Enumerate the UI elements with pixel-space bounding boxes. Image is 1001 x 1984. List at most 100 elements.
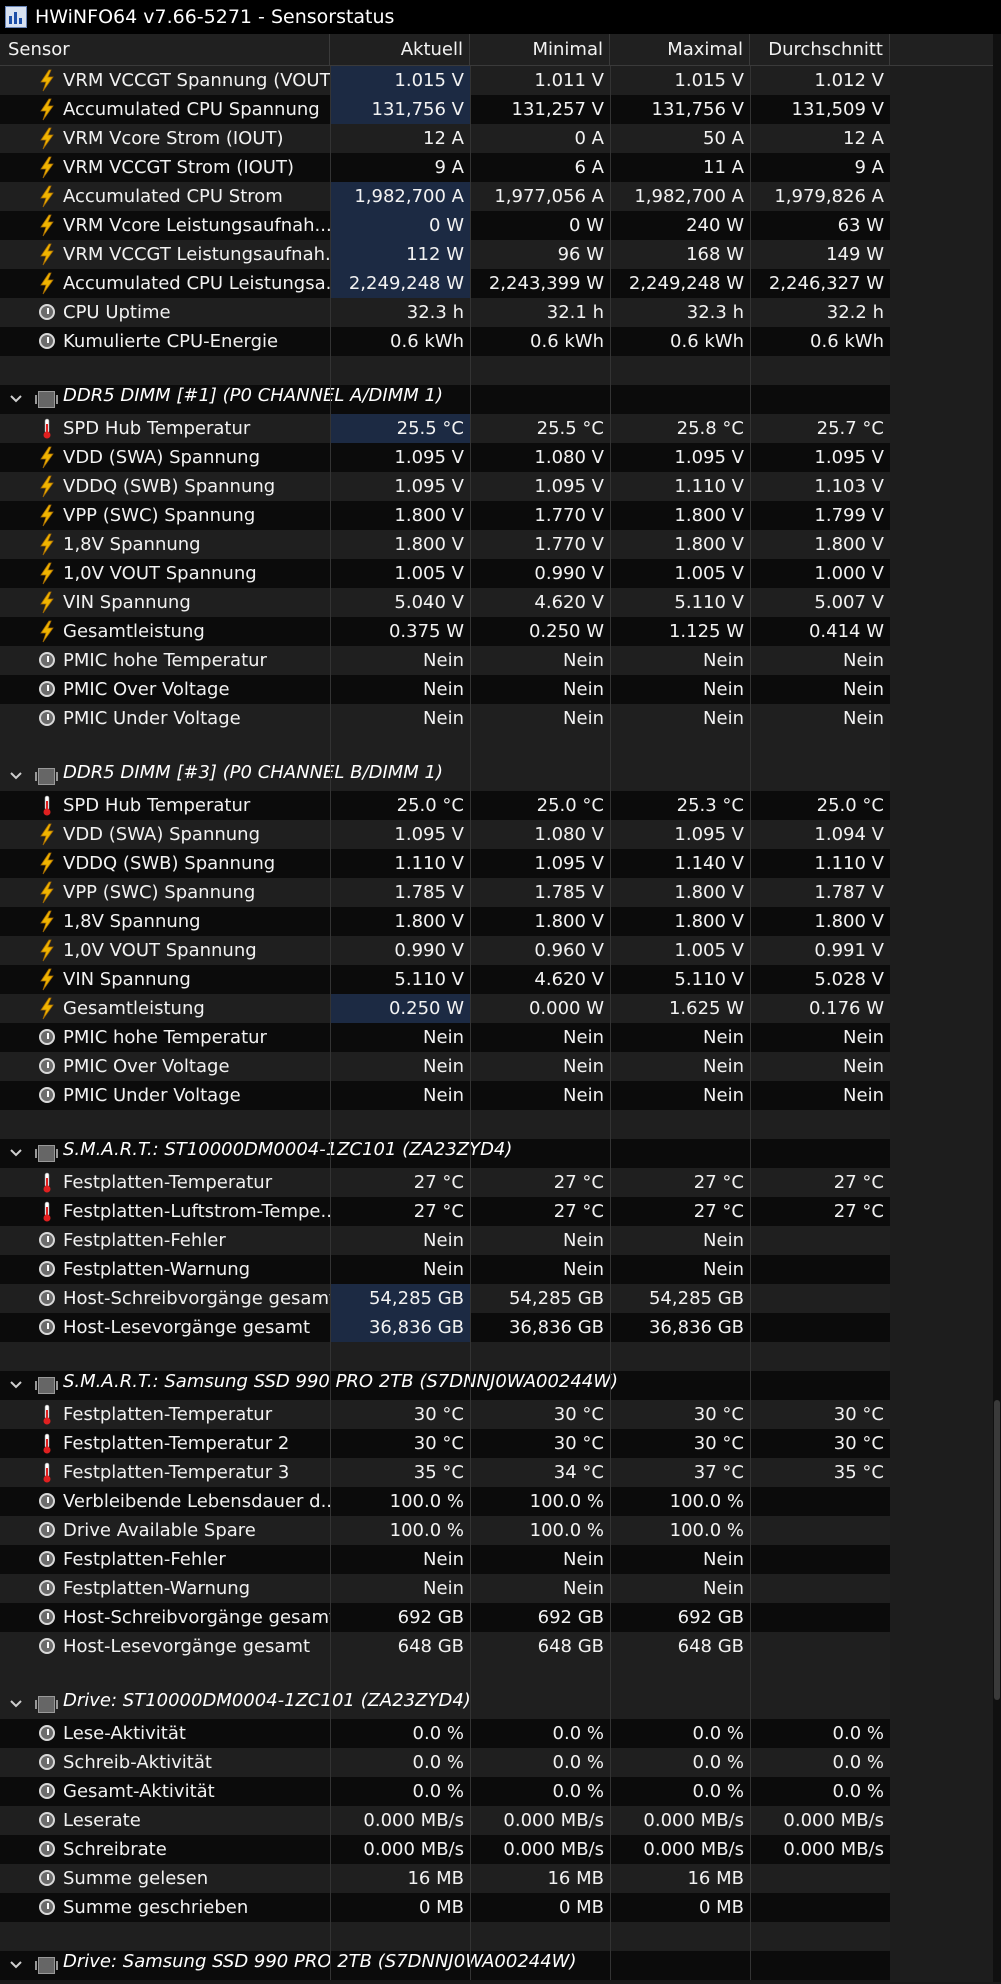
sensor-row[interactable]: VDDQ (SWB) Spannung 1.110 V 1.095 V 1.140 V…: [0, 849, 890, 878]
sensor-group-header[interactable]: DDR5 DIMM [#3] (P0 CHANNEL B/DIMM 1): [0, 762, 890, 791]
sensor-row[interactable]: Festplatten-Temperatur 27 °C 27 °C 27 °C 27 …: [0, 1168, 890, 1197]
sensor-row[interactable]: PMIC hohe Temperatur Nein Nein Nein Nein: [0, 1023, 890, 1052]
sensor-group-header[interactable]: S.M.A.R.T.: ST10000DM0004-1ZC101 (ZA23ZY…: [0, 1139, 890, 1168]
sensor-row[interactable]: Festplatten-Temperatur 2 30 °C 30 °C 30 °C 3…: [0, 1429, 890, 1458]
sensor-row[interactable]: PMIC Over Voltage Nein Nein Nein Nein: [0, 675, 890, 704]
column-divider: [470, 1139, 471, 1168]
sensor-row[interactable]: Host-Lesevorgänge gesamt 648 GB 648 GB 648 …: [0, 1632, 890, 1661]
sensor-row[interactable]: Schreib-Aktivität 0.0 % 0.0 % 0.0 % 0.0 %: [0, 1748, 890, 1777]
column-divider: [470, 1255, 471, 1284]
chevron-down-icon[interactable]: [8, 1371, 24, 1400]
sensor-row[interactable]: PMIC Under Voltage Nein Nein Nein Nein: [0, 704, 890, 733]
sensor-row[interactable]: VIN Spannung 5.110 V 4.620 V 5.110 V 5.028 V: [0, 965, 890, 994]
column-divider: [470, 1313, 471, 1342]
value-max: Nein: [703, 1085, 744, 1106]
column-divider: [330, 1197, 331, 1226]
column-divider: [750, 791, 751, 820]
value-avg: 1.103 V: [814, 476, 884, 497]
column-header-avg[interactable]: Durchschnitt: [750, 34, 890, 65]
chevron-down-icon[interactable]: [8, 1690, 24, 1719]
sensor-row[interactable]: VIN Spannung 5.040 V 4.620 V 5.110 V 5.007 V: [0, 588, 890, 617]
sensor-row[interactable]: 1,8V Spannung 1.800 V 1.770 V 1.800 V 1.800 …: [0, 530, 890, 559]
column-header-max[interactable]: Maximal: [610, 34, 750, 65]
sensor-row[interactable]: Festplatten-Fehler Nein Nein Nein: [0, 1226, 890, 1255]
sensor-row[interactable]: Gesamt-Aktivität 0.0 % 0.0 % 0.0 % 0.0 %: [0, 1777, 890, 1806]
value-min: 0.0 %: [552, 1723, 604, 1744]
sensor-row[interactable]: Host-Schreibvorgänge gesamt 54,285 GB 54,2…: [0, 1284, 890, 1313]
sensor-row[interactable]: Lese-Aktivität 0.0 % 0.0 % 0.0 % 0.0 %: [0, 1719, 890, 1748]
chevron-down-icon[interactable]: [8, 1951, 24, 1980]
sensor-row[interactable]: Festplatten-Warnung Nein Nein Nein: [0, 1574, 890, 1603]
sensor-row[interactable]: Festplatten-Temperatur 30 °C 30 °C 30 °C 30 …: [0, 1400, 890, 1429]
sensor-row[interactable]: Gesamtleistung 0.375 W 0.250 W 1.125 W 0.414…: [0, 617, 890, 646]
sensor-row[interactable]: Summe gelesen 16 MB 16 MB 16 MB: [0, 1864, 890, 1893]
column-header-min[interactable]: Minimal: [470, 34, 610, 65]
sensor-row[interactable]: VRM VCCGT Leistungsaufnah... 112 W 96 W 168…: [0, 240, 890, 269]
sensor-row[interactable]: Accumulated CPU Strom 1,982,700 A 1,977,05…: [0, 182, 890, 211]
sensor-row[interactable]: Festplatten-Fehler Nein Nein Nein: [0, 1545, 890, 1574]
sensor-name-cell: Host-Lesevorgänge gesamt: [0, 1632, 330, 1661]
column-header-current[interactable]: Aktuell: [330, 34, 470, 65]
sensor-row[interactable]: VRM Vcore Strom (IOUT) 12 A 0 A 50 A 12 A: [0, 124, 890, 153]
sensor-row[interactable]: VRM VCCGT Spannung (VOUT) 1.015 V 1.011 V1…: [0, 66, 890, 95]
column-divider: [610, 791, 611, 820]
value-max: 1.125 W: [668, 621, 744, 642]
sensor-row[interactable]: Gesamtleistung 0.250 W 0.000 W 1.625 W 0.176…: [0, 994, 890, 1023]
column-header-sensor[interactable]: Sensor: [0, 34, 330, 65]
column-divider: [610, 617, 611, 646]
sensor-group-header[interactable]: Drive: ST10000DM0004-1ZC101 (ZA23ZYD4): [0, 1690, 890, 1719]
sensor-name-cell: Lese-Aktivität: [0, 1719, 330, 1748]
sensor-row[interactable]: VRM Vcore Leistungsaufnah... 0 W0 W 240 W6…: [0, 211, 890, 240]
sensor-row[interactable]: Drive Available Spare 100.0 % 100.0 % 100.0…: [0, 1516, 890, 1545]
sensor-group-header[interactable]: Drive: Samsung SSD 990 PRO 2TB (S7DNNJ0W…: [0, 1951, 890, 1980]
scrollbar-thumb[interactable]: [994, 1400, 1000, 1700]
chevron-down-icon[interactable]: [8, 385, 24, 414]
sensor-row[interactable]: PMIC hohe Temperatur Nein Nein Nein Nein: [0, 646, 890, 675]
value-min: 25.5 °C: [536, 418, 604, 439]
sensor-row[interactable]: Festplatten-Luftstrom-Tempe... 27 °C 27 °C…: [0, 1197, 890, 1226]
sensor-row[interactable]: SPD Hub Temperatur 25.0 °C 25.0 °C 25.3 °C 2…: [0, 791, 890, 820]
sensor-row[interactable]: Kumulierte CPU-Energie 0.6 kWh 0.6 kWh 0.6 …: [0, 327, 890, 356]
sensor-row[interactable]: VPP (SWC) Spannung 1.800 V 1.770 V 1.800 V 1…: [0, 501, 890, 530]
sensor-row[interactable]: VPP (SWC) Spannung 1.785 V 1.785 V 1.800 V 1…: [0, 878, 890, 907]
sensor-row[interactable]: Accumulated CPU Spannung 131,756 V 131,257…: [0, 95, 890, 124]
sensor-row[interactable]: Schreibrate 0.000 MB/s 0.000 MB/s 0.000 MB/…: [0, 1835, 890, 1864]
sensor-row[interactable]: SPD Hub Temperatur 25.5 °C 25.5 °C 25.8 °C 2…: [0, 414, 890, 443]
row-spacer: [0, 1922, 890, 1951]
sensor-row[interactable]: 1,0V VOUT Spannung 0.990 V 0.960 V 1.005 V 0…: [0, 936, 890, 965]
value-current: 1.015 V: [330, 66, 470, 95]
sensor-group-header[interactable]: S.M.A.R.T.: Samsung SSD 990 PRO 2TB (S7D…: [0, 1371, 890, 1400]
column-divider: [610, 1806, 611, 1835]
column-divider: [610, 820, 611, 849]
sensor-label: Festplatten-Warnung: [63, 1578, 251, 1599]
sensor-group-header[interactable]: DDR5 DIMM [#1] (P0 CHANNEL A/DIMM 1): [0, 385, 890, 414]
chevron-down-icon[interactable]: [8, 1139, 24, 1168]
sensor-row[interactable]: Host-Lesevorgänge gesamt 36,836 GB 36,836 …: [0, 1313, 890, 1342]
sensor-row[interactable]: CPU Uptime 32.3 h 32.1 h 32.3 h 32.2 h: [0, 298, 890, 327]
sensor-row[interactable]: Festplatten-Temperatur 3 35 °C 34 °C 37 °C 3…: [0, 1458, 890, 1487]
sensor-row[interactable]: VDD (SWA) Spannung 1.095 V 1.080 V 1.095 V 1…: [0, 820, 890, 849]
sensor-row[interactable]: Accumulated CPU Leistungsa... 2,249,248 W…: [0, 269, 890, 298]
sensor-row[interactable]: Leserate 0.000 MB/s 0.000 MB/s 0.000 MB/s 0.…: [0, 1806, 890, 1835]
value-max: 1.095 V: [674, 824, 744, 845]
sensor-row[interactable]: 1,8V Spannung 1.800 V 1.800 V 1.800 V 1.800 …: [0, 907, 890, 936]
sensor-row[interactable]: VDDQ (SWB) Spannung 1.095 V 1.095 V 1.110 V…: [0, 472, 890, 501]
column-divider: [750, 327, 751, 356]
sensor-row[interactable]: 1,0V VOUT Spannung 1.005 V 0.990 V 1.005 V 1…: [0, 559, 890, 588]
sensor-row[interactable]: PMIC Over Voltage Nein Nein Nein Nein: [0, 1052, 890, 1081]
sensor-row[interactable]: VDD (SWA) Spannung 1.095 V 1.080 V 1.095 V 1…: [0, 443, 890, 472]
sensor-row[interactable]: VRM VCCGT Strom (IOUT) 9 A 6 A 11 A 9 A: [0, 153, 890, 182]
sensor-row[interactable]: PMIC Under Voltage Nein Nein Nein Nein: [0, 1081, 890, 1110]
column-divider: [750, 704, 751, 733]
chevron-down-icon[interactable]: [8, 762, 24, 791]
sensor-name-cell: Schreibrate: [0, 1835, 330, 1864]
sensor-row[interactable]: Host-Schreibvorgänge gesamt 692 GB 692 GB 6…: [0, 1603, 890, 1632]
value-avg: 27 °C: [833, 1201, 884, 1222]
title-bar[interactable]: HWiNFO64 v7.66-5271 - Sensorstatus: [0, 0, 1001, 34]
value-max: 0 MB: [698, 1897, 744, 1918]
sensor-row[interactable]: Verbleibende Lebensdauer d... 100.0 % 100.…: [0, 1487, 890, 1516]
value-avg: 12 A: [843, 128, 884, 149]
sensor-row[interactable]: Summe geschrieben 0 MB 0 MB 0 MB: [0, 1893, 890, 1922]
sensor-row[interactable]: Festplatten-Warnung Nein Nein Nein: [0, 1255, 890, 1284]
value-avg: 63 W: [837, 215, 884, 236]
